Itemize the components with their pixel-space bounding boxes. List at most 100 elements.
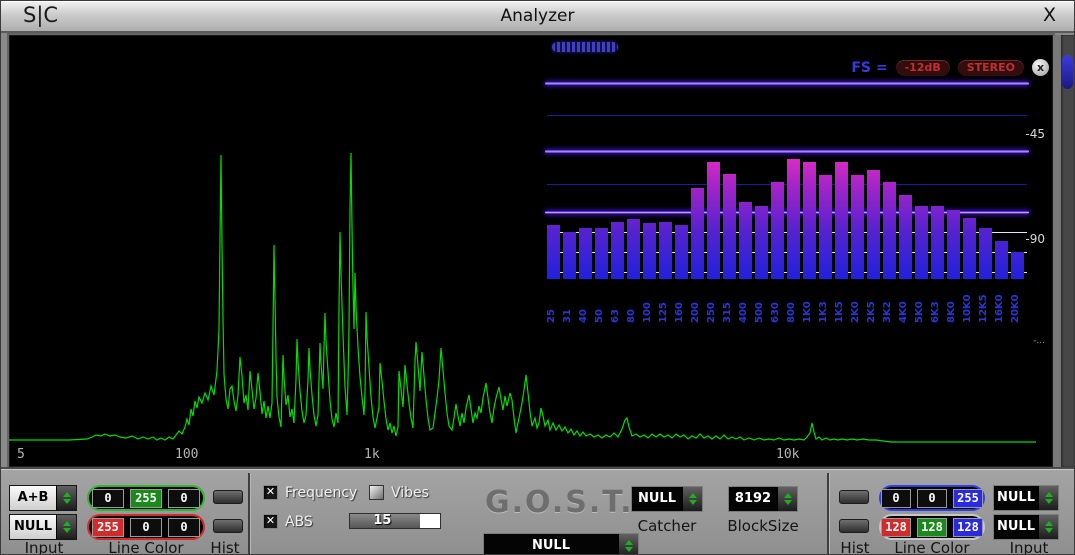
vibes-label: Vibes — [391, 485, 429, 501]
rgb-value-field[interactable]: 255 — [953, 488, 983, 508]
freq-tick-label: 125 — [658, 302, 669, 323]
abs-label: ABS — [285, 514, 313, 530]
spectrum-bar — [915, 206, 928, 279]
freq-tick-label: 16K0 — [994, 294, 1005, 323]
spectrum-bar — [1011, 252, 1024, 279]
select-arrows-icon[interactable] — [777, 487, 797, 511]
spectrum-bar — [723, 174, 736, 279]
hist-label: Hist — [210, 539, 240, 555]
spectrum-bar — [931, 206, 944, 279]
frequency-checkbox[interactable]: ✕ — [263, 485, 278, 500]
scroll-track[interactable] — [1061, 35, 1074, 467]
freq-tick-label: 8K0 — [946, 301, 957, 323]
spectrum-bar — [787, 159, 800, 279]
brand-logo: G.O.S.T. — [485, 485, 634, 520]
freq-tick-label: 50 — [594, 309, 605, 323]
close-button[interactable]: X — [1043, 4, 1056, 26]
select-value: NULL — [10, 515, 56, 539]
input-a-select[interactable]: A+B — [9, 485, 77, 511]
rgb-value-field[interactable]: 0 — [881, 488, 911, 508]
x-axis-label: 1k — [364, 447, 380, 462]
select-arrows-icon[interactable] — [56, 515, 76, 539]
fs-status-row: FS = -12dB STEREO x — [851, 59, 1049, 76]
spectrum-bar — [851, 175, 864, 279]
select-arrows-icon[interactable] — [682, 487, 702, 511]
rgb-value-field[interactable]: 128 — [953, 517, 983, 537]
freq-tick-label: 2K5 — [866, 301, 877, 323]
window-title: Analyzer — [500, 6, 575, 26]
spectrum-bar — [995, 241, 1008, 279]
slider-value: 15 — [373, 513, 392, 528]
vibes-checkbox[interactable] — [369, 485, 384, 500]
freq-tick-label: 2K0 — [850, 301, 861, 323]
fs-value-badge[interactable]: -12dB — [895, 59, 950, 76]
freq-tick-label: 31 — [562, 309, 573, 323]
freq-tick-label: 1K0 — [802, 301, 813, 323]
line-color-rgb-group: 255 0 0 — [87, 514, 205, 540]
right-input-b-select[interactable]: NULL — [993, 514, 1059, 540]
db-scale-label: -45 — [1025, 127, 1045, 141]
spectrum-bar — [803, 162, 816, 279]
bottom-null-select[interactable]: NULL — [483, 533, 639, 554]
x-axis-label: 5 — [17, 447, 25, 462]
rgb-value-field[interactable]: 0 — [92, 488, 124, 508]
spectrum-bar — [947, 210, 960, 279]
spectrum-bar — [659, 222, 672, 279]
mini-close-icon[interactable]: x — [1032, 59, 1049, 76]
hist-button[interactable] — [839, 519, 869, 533]
spectrum-line-svg — [9, 152, 1036, 443]
hist-button[interactable] — [213, 519, 243, 533]
rgb-value-field[interactable]: 255 — [130, 488, 162, 508]
blocksize-select[interactable]: 8192 — [728, 486, 798, 512]
spectrum-bar — [547, 225, 560, 279]
rgb-value-field[interactable]: 255 — [92, 517, 124, 537]
rgb-value-field[interactable]: 128 — [881, 517, 911, 537]
spectrum-bar — [579, 228, 592, 279]
freq-tick-label: 6K3 — [930, 301, 941, 323]
rgb-value-field[interactable]: 0 — [168, 488, 200, 508]
catcher-select[interactable]: NULL — [631, 486, 703, 512]
freq-tick-label: 160 — [674, 302, 685, 323]
spectrum-display: FS = -12dB STEREO x 25 31 40 50 63 80 100 125 16… — [9, 35, 1053, 467]
freq-tick-label: 25 — [546, 309, 557, 323]
spectrum-bar — [755, 206, 768, 279]
abs-checkbox[interactable]: ✕ — [263, 514, 278, 529]
spectrum-bar — [819, 175, 832, 279]
smoothing-slider[interactable]: 15 — [349, 513, 441, 529]
hist-label: Hist — [840, 539, 870, 555]
freq-tick-label: 40 — [578, 309, 589, 323]
grid-line-bright — [545, 82, 1029, 85]
scroll-thumb[interactable] — [1062, 55, 1073, 89]
freq-tick-label: 1K5 — [834, 301, 845, 323]
rgb-value-field[interactable]: 0 — [168, 517, 200, 537]
freq-tick-label: 12K5 — [978, 294, 989, 323]
hist-button[interactable] — [839, 490, 869, 504]
freq-tick-label: 20K0 — [1010, 294, 1021, 323]
select-value: NULL — [484, 534, 618, 554]
select-arrows-icon[interactable] — [1038, 515, 1058, 539]
hist-button[interactable] — [213, 490, 243, 504]
freq-tick-label: 3K2 — [882, 301, 893, 323]
freq-tick-label: 200 — [690, 302, 701, 323]
x-axis-label: 10k — [776, 447, 800, 462]
rgb-value-field[interactable]: 128 — [917, 517, 947, 537]
rgb-value-field[interactable]: 0 — [917, 488, 947, 508]
grid-line-thin — [547, 115, 1027, 116]
grid-line-bright — [545, 150, 1029, 153]
select-arrows-icon[interactable] — [56, 486, 76, 510]
freq-tick-label: 315 — [722, 302, 733, 323]
input-b-select[interactable]: NULL — [9, 514, 77, 540]
spectrum-bar — [835, 162, 848, 279]
select-value: NULL — [994, 515, 1038, 539]
right-input-a-select[interactable]: NULL — [993, 485, 1059, 511]
rgb-value-field[interactable]: 0 — [130, 517, 162, 537]
title-bar[interactable]: S|C Analyzer X — [1, 1, 1074, 33]
freq-tick-label: 800 — [786, 302, 797, 323]
select-arrows-icon[interactable] — [618, 534, 638, 554]
stereo-mode-badge[interactable]: STEREO — [957, 59, 1024, 76]
select-arrows-icon[interactable] — [1038, 486, 1058, 510]
spectrum-bar — [627, 219, 640, 279]
freq-tick-label: 10K0 — [962, 294, 973, 323]
fs-label: FS = — [851, 59, 888, 76]
freq-tick-label: 5K0 — [914, 301, 925, 323]
